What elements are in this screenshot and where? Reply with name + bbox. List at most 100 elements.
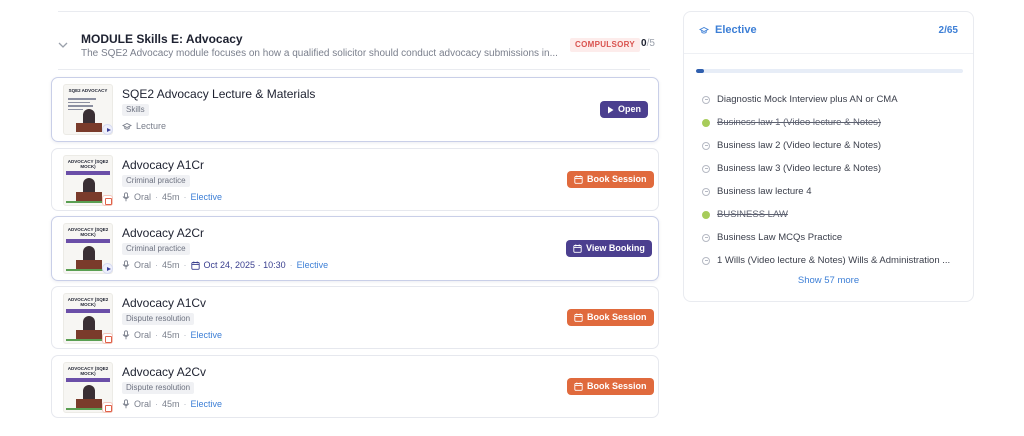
booking-date: Oct 24, 2025 · 10:30 (203, 260, 286, 270)
elective-item-label: Business law lecture 4 (717, 186, 812, 197)
view-booking-button[interactable]: View Booking (566, 240, 652, 257)
elective-panel: Elective 2/65 Diagnostic Mock Interview … (683, 11, 974, 302)
lesson-duration: 45m (162, 399, 180, 409)
elective-item[interactable]: 1 Wills (Video lecture & Notes) Wills & … (702, 249, 964, 272)
open-button-label: Open (618, 104, 642, 114)
lesson-meta: Oral · 45m · Elective (122, 330, 222, 340)
elective-title: Elective (715, 24, 757, 36)
play-icon (608, 106, 614, 113)
book-session-button[interactable]: Book Session (567, 378, 654, 395)
lesson-tag: Criminal practice (122, 175, 190, 187)
pending-icon (702, 141, 710, 150)
elective-item-label: Diagnostic Mock Interview plus AN or CMA (717, 94, 898, 105)
elective-header: Elective (699, 24, 757, 36)
lesson-tag: Dispute resolution (122, 313, 195, 325)
lesson-category: Elective (190, 399, 223, 409)
lesson-card[interactable]: SQE2 ADVOCACY SQE2 Advocacy Lecture & Ma… (51, 77, 659, 142)
thumbnail-title: ADVOCACY (SQE2 MOCK) (67, 297, 109, 307)
calendar-icon (102, 195, 113, 206)
module-divider (58, 69, 650, 70)
lesson-tag: Skills (122, 104, 149, 116)
lesson-tag: Criminal practice (122, 243, 190, 255)
count-total: /5 (646, 38, 655, 49)
elective-item[interactable]: Diagnostic Mock Interview plus AN or CMA (702, 88, 964, 111)
module-title: MODULE Skills E: Advocacy (81, 32, 243, 46)
elective-ratio: 2/65 (938, 25, 958, 36)
book-session-button[interactable]: Book Session (567, 171, 654, 188)
lesson-mode: Oral (134, 260, 152, 270)
calendar-icon (102, 402, 113, 413)
calendar-icon (574, 313, 583, 322)
lesson-duration: 45m (162, 330, 180, 340)
lesson-category: Elective (190, 330, 223, 340)
open-button[interactable]: Open (600, 101, 649, 118)
elective-item-label: 1 Wills (Video lecture & Notes) Wills & … (717, 255, 951, 266)
book-session-button[interactable]: Book Session (567, 309, 654, 326)
pending-icon (702, 233, 710, 242)
chevron-down-icon[interactable] (56, 38, 70, 52)
module-progress-count: 0/5 (641, 38, 655, 49)
elective-item-label: Business Law MCQs Practice (717, 232, 843, 243)
book-session-label: Book Session (587, 381, 647, 391)
lesson-tag: Dispute resolution (122, 382, 195, 394)
compulsory-badge: COMPULSORY (570, 38, 641, 52)
elective-progress-bar (696, 69, 963, 73)
lesson-mode: Oral (134, 192, 152, 202)
microphone-icon (122, 260, 130, 270)
view-booking-label: View Booking (586, 243, 645, 253)
top-divider (58, 11, 650, 12)
pending-icon (702, 256, 710, 265)
elective-item-label: Business law 1 (Video lecture & Notes) (717, 117, 882, 128)
book-session-label: Book Session (587, 312, 647, 322)
lesson-title: Advocacy A1Cv (122, 296, 207, 310)
thumbnail-title: SQE2 ADVOCACY (68, 88, 108, 93)
elective-item[interactable]: BUSINESS LAW (702, 203, 964, 226)
lesson-card[interactable]: ADVOCACY (SQE2 MOCK) Advocacy A1Cv Dispu… (51, 286, 659, 349)
elective-item[interactable]: Business Law MCQs Practice (702, 226, 964, 249)
thumbnail-title: ADVOCACY (SQE2 MOCK) (67, 227, 109, 237)
book-session-label: Book Session (587, 174, 647, 184)
lesson-mode: Oral (134, 399, 152, 409)
calendar-icon (574, 175, 583, 184)
lesson-card[interactable]: ADVOCACY (SQE2 MOCK) Advocacy A2Cr Crimi… (51, 216, 659, 281)
lesson-type: Lecture (136, 121, 167, 131)
graduation-cap-icon (122, 122, 132, 130)
graduation-cap-icon (699, 26, 709, 34)
lesson-card[interactable]: ADVOCACY (SQE2 MOCK) Advocacy A1Cr Crimi… (51, 148, 659, 211)
pending-icon (702, 187, 710, 196)
lesson-title: SQE2 Advocacy Lecture & Materials (122, 87, 316, 101)
calendar-icon (190, 261, 200, 270)
elective-item[interactable]: Business law 3 (Video lecture & Notes) (702, 157, 964, 180)
progress-fill (696, 69, 705, 73)
play-icon (102, 263, 113, 274)
lesson-category: Elective (190, 192, 223, 202)
lesson-meta: Oral · 45m · Oct 24, 2025 · 10:30 · Elec… (122, 260, 328, 270)
thumbnail-title: ADVOCACY (SQE2 MOCK) (67, 366, 109, 376)
lesson-duration: 45m (162, 192, 180, 202)
lesson-category: Elective (296, 260, 329, 270)
microphone-icon (122, 330, 130, 340)
microphone-icon (122, 399, 130, 409)
elective-item[interactable]: Business law lecture 4 (702, 180, 964, 203)
lesson-meta: Oral · 45m · Elective (122, 192, 222, 202)
elective-item[interactable]: Business law 1 (Video lecture & Notes) (702, 111, 964, 134)
lesson-title: Advocacy A2Cv (122, 365, 207, 379)
elective-item-label: Business law 2 (Video lecture & Notes) (717, 140, 882, 151)
show-more-link[interactable]: Show 57 more (684, 275, 973, 286)
module-description: The SQE2 Advocacy module focuses on how … (81, 48, 558, 59)
elective-item-label: BUSINESS LAW (717, 209, 788, 220)
calendar-icon (574, 382, 583, 391)
elective-list: Diagnostic Mock Interview plus AN or CMA… (702, 88, 964, 272)
lesson-title: Advocacy A2Cr (122, 226, 205, 240)
calendar-icon (102, 333, 113, 344)
play-icon (102, 124, 113, 135)
module-header[interactable]: MODULE Skills E: Advocacy The SQE2 Advoc… (52, 22, 662, 70)
lesson-title: Advocacy A1Cr (122, 158, 205, 172)
lesson-meta: Oral · 45m · Elective (122, 399, 222, 409)
pending-icon (702, 95, 710, 104)
lesson-card[interactable]: ADVOCACY (SQE2 MOCK) Advocacy A2Cv Dispu… (51, 355, 659, 418)
completed-icon (702, 118, 710, 127)
elective-item[interactable]: Business law 2 (Video lecture & Notes) (702, 134, 964, 157)
calendar-icon (573, 244, 582, 253)
lesson-duration: 45m (162, 260, 180, 270)
